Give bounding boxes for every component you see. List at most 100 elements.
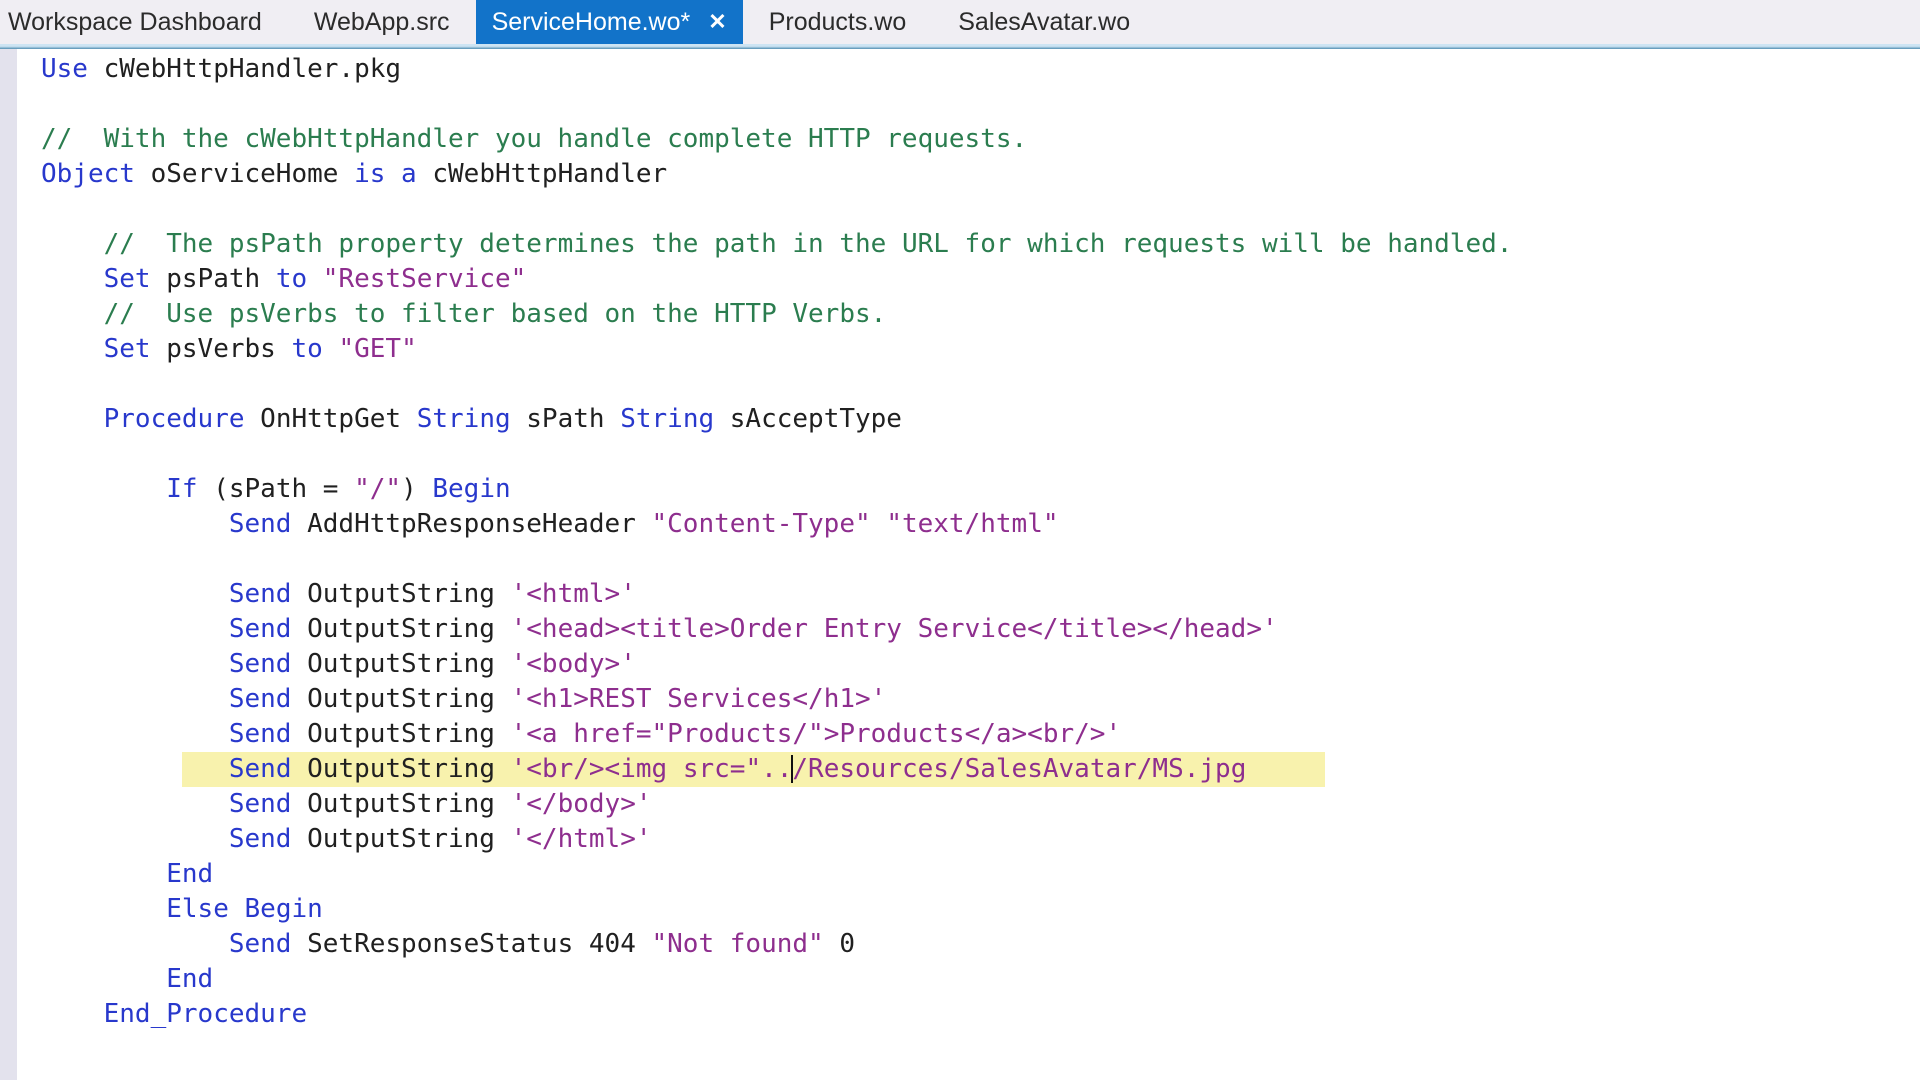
code-token-text xyxy=(385,159,401,189)
code-token-text: sPath xyxy=(511,404,621,434)
code-token-keyword: Send xyxy=(229,614,292,644)
code-line[interactable]: // The psPath property determines the pa… xyxy=(41,227,1920,262)
code-token-keyword: End xyxy=(166,859,213,889)
code-token-keyword: String xyxy=(417,404,511,434)
code-token-text: OutputString xyxy=(291,614,510,644)
code-line[interactable]: Set psVerbs to "GET" xyxy=(41,332,1920,367)
code-token-comment: // With the cWebHttpHandler you handle c… xyxy=(41,124,1027,154)
code-line[interactable]: Object oServiceHome is a cWebHttpHandler xyxy=(41,157,1920,192)
code-token-text: cWebHttpHandler.pkg xyxy=(88,54,401,84)
code-token-keyword: a xyxy=(401,159,417,189)
code-token-string: '<body>' xyxy=(511,649,636,679)
code-token-text: AddHttpResponseHeader xyxy=(291,509,651,539)
code-token-keyword: Use xyxy=(41,54,88,84)
code-line[interactable]: Send OutputString '<html>' xyxy=(41,577,1920,612)
code-token-text: (sPath = xyxy=(198,474,355,504)
code-line[interactable]: Send OutputString '</html>' xyxy=(41,822,1920,857)
code-token-string: "text/html" xyxy=(886,509,1058,539)
tab-products-wo[interactable]: Products.wo xyxy=(743,0,933,44)
code-line[interactable]: // Use psVerbs to filter based on the HT… xyxy=(41,297,1920,332)
code-line[interactable]: End xyxy=(41,962,1920,997)
code-line[interactable]: // With the cWebHttpHandler you handle c… xyxy=(41,122,1920,157)
code-token-text: OutputString xyxy=(291,579,510,609)
code-token-keyword: Send xyxy=(229,824,292,854)
code-token-comment: // Use psVerbs to filter based on the HT… xyxy=(104,299,887,329)
tab-label: ServiceHome.wo* xyxy=(492,8,691,37)
code-token-keyword: Send xyxy=(229,789,292,819)
code-token-string: '<head><title>Order Entry Service</title… xyxy=(511,614,1278,644)
code-line[interactable]: Send OutputString '<body>' xyxy=(41,647,1920,682)
code-token-text: OutputString xyxy=(291,789,510,819)
tab-webapp-src[interactable]: WebApp.src xyxy=(288,0,476,44)
code-token-comment: // The psPath property determines the pa… xyxy=(104,229,1513,259)
code-editor[interactable]: Use cWebHttpHandler.pkg // With the cWeb… xyxy=(17,49,1920,1080)
code-token-keyword: Send xyxy=(229,754,292,784)
code-line[interactable]: Send OutputString '</body>' xyxy=(41,787,1920,822)
code-line[interactable]: End_Procedure xyxy=(41,997,1920,1032)
close-icon[interactable]: ✕ xyxy=(708,11,726,33)
code-token-text xyxy=(229,894,245,924)
code-token-string: '<h1>REST Services</h1>' xyxy=(511,684,887,714)
code-line[interactable]: Else Begin xyxy=(41,892,1920,927)
code-token-keyword: End_Procedure xyxy=(104,999,308,1029)
code-token-keyword: Send xyxy=(229,579,292,609)
tab-label: WebApp.src xyxy=(314,8,450,37)
code-line[interactable]: Set psPath to "RestService" xyxy=(41,262,1920,297)
code-line[interactable] xyxy=(41,192,1920,227)
code-line[interactable] xyxy=(41,367,1920,402)
code-token-keyword: Begin xyxy=(245,894,323,924)
code-line[interactable]: Send OutputString '<h1>REST Services</h1… xyxy=(41,682,1920,717)
code-token-text xyxy=(323,334,339,364)
code-token-keyword: Object xyxy=(41,159,135,189)
code-token-text: psPath xyxy=(151,264,276,294)
code-token-keyword: String xyxy=(620,404,714,434)
code-token-text: cWebHttpHandler xyxy=(417,159,667,189)
code-line[interactable]: Send SetResponseStatus 404 "Not found" 0 xyxy=(41,927,1920,962)
code-token-keyword: is xyxy=(354,159,385,189)
code-token-string: '<html>' xyxy=(511,579,636,609)
code-token-string: '</body>' xyxy=(511,789,652,819)
code-line[interactable]: If (sPath = "/") Begin xyxy=(41,472,1920,507)
tab-workspace-dashboard[interactable]: Workspace Dashboard xyxy=(0,0,288,44)
code-token-text: psVerbs xyxy=(151,334,292,364)
code-line[interactable]: Send OutputString '<a href="Products/">P… xyxy=(41,717,1920,752)
line-highlight: Send OutputString '<br/><img src="../Res… xyxy=(182,752,1325,787)
text-caret xyxy=(791,755,793,783)
code-token-string: "Not found" xyxy=(652,929,824,959)
code-token-text: OnHttpGet xyxy=(245,404,417,434)
tab-servicehome-wo[interactable]: ServiceHome.wo* ✕ xyxy=(476,0,743,44)
code-token-text: ) xyxy=(401,474,432,504)
code-line[interactable]: Send OutputString '<head><title>Order En… xyxy=(41,612,1920,647)
code-token-text: SetResponseStatus 404 xyxy=(291,929,651,959)
code-token-keyword: to xyxy=(291,334,322,364)
code-token-keyword: Send xyxy=(229,509,292,539)
code-token-keyword: Begin xyxy=(432,474,510,504)
code-line[interactable] xyxy=(41,542,1920,577)
code-token-string: '</html>' xyxy=(511,824,652,854)
code-token-string: '<br/><img src=".. xyxy=(511,754,793,784)
code-token-keyword: Send xyxy=(229,719,292,749)
code-token-keyword: End xyxy=(166,964,213,994)
code-line[interactable]: End xyxy=(41,857,1920,892)
code-token-string: "Content-Type" xyxy=(652,509,871,539)
code-token-text: OutputString xyxy=(291,824,510,854)
code-token-keyword: Send xyxy=(229,649,292,679)
code-line[interactable] xyxy=(41,87,1920,122)
code-token-text xyxy=(307,264,323,294)
tab-label: Workspace Dashboard xyxy=(8,8,262,37)
editor-selection-margin[interactable] xyxy=(0,49,17,1080)
code-line[interactable]: Use cWebHttpHandler.pkg xyxy=(41,52,1920,87)
code-token-keyword: Set xyxy=(104,264,151,294)
code-line[interactable]: Send AddHttpResponseHeader "Content-Type… xyxy=(41,507,1920,542)
tab-salesavatar-wo[interactable]: SalesAvatar.wo xyxy=(932,0,1156,44)
code-token-string: "RestService" xyxy=(323,264,527,294)
code-token-string: "GET" xyxy=(338,334,416,364)
code-token-text: oServiceHome xyxy=(135,159,354,189)
code-token-string: "/" xyxy=(354,474,401,504)
code-token-string: '<a href="Products/">Products</a><br/>' xyxy=(511,719,1121,749)
code-line[interactable]: Procedure OnHttpGet String sPath String … xyxy=(41,402,1920,437)
code-line[interactable] xyxy=(41,437,1920,472)
code-token-text: OutputString xyxy=(291,684,510,714)
tab-label: Products.wo xyxy=(769,8,907,37)
code-line-highlighted[interactable]: Send OutputString '<br/><img src="../Res… xyxy=(41,752,1920,787)
